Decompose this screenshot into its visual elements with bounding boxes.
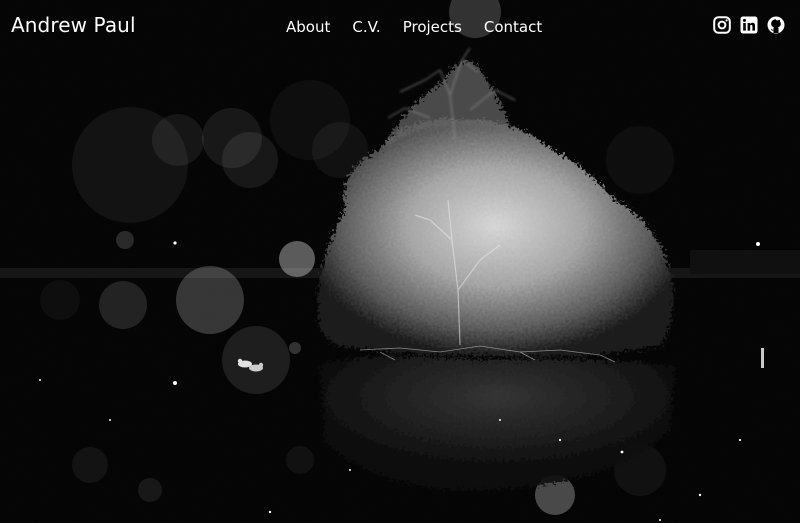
github-icon	[767, 16, 785, 34]
nav-item-about[interactable]: About	[286, 17, 330, 37]
nav-item-projects[interactable]: Projects	[403, 17, 462, 37]
nav-item-cv[interactable]: C.V.	[352, 17, 380, 37]
instagram-link[interactable]	[713, 16, 731, 34]
page: Andrew Paul About C.V. Projects Contact	[0, 0, 800, 523]
instagram-icon	[713, 16, 731, 34]
main-nav: About C.V. Projects Contact	[286, 17, 564, 37]
hero-photo	[0, 0, 800, 523]
linkedin-icon	[740, 16, 758, 34]
social-links	[713, 16, 785, 34]
site-header: Andrew Paul About C.V. Projects Contact	[0, 0, 800, 56]
site-title-link[interactable]: Andrew Paul	[11, 12, 136, 38]
github-link[interactable]	[767, 16, 785, 34]
nav-item-contact[interactable]: Contact	[484, 17, 542, 37]
linkedin-link[interactable]	[740, 16, 758, 34]
